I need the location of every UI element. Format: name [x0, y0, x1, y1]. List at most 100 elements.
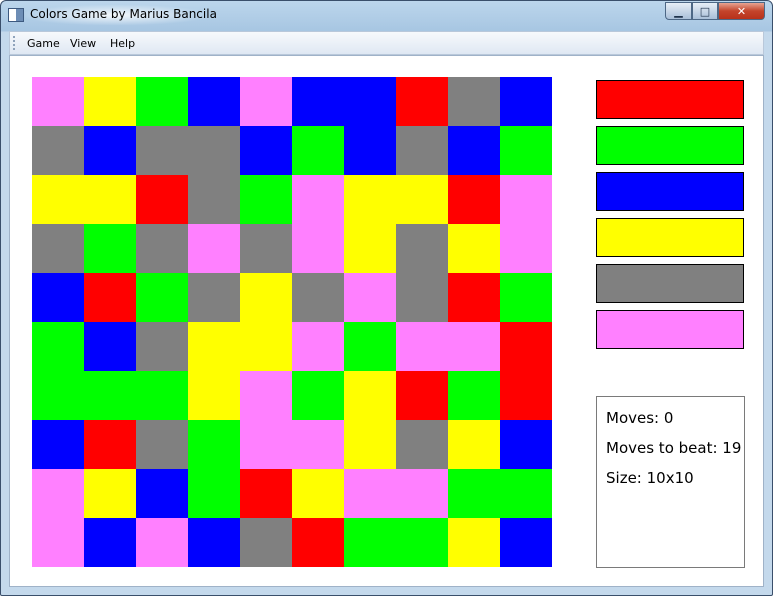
board-cell — [292, 126, 344, 175]
close-button[interactable]: ✕ — [718, 2, 765, 20]
board-cell — [136, 420, 188, 469]
minimize-button[interactable]: ▁ — [665, 2, 692, 20]
board-cell — [136, 224, 188, 273]
color-button-blue[interactable] — [596, 172, 744, 211]
board-cell — [240, 77, 292, 126]
board-cell — [448, 469, 500, 518]
board-cell — [344, 322, 396, 371]
board-cell — [32, 77, 84, 126]
board-cell — [292, 77, 344, 126]
board-cell — [292, 518, 344, 567]
board-cell — [136, 77, 188, 126]
board-cell — [448, 420, 500, 469]
board-cell — [448, 371, 500, 420]
board-cell — [32, 518, 84, 567]
board-cell — [500, 77, 552, 126]
board-cell — [396, 469, 448, 518]
board-cell — [84, 322, 136, 371]
board-cell — [448, 224, 500, 273]
board-cell — [136, 371, 188, 420]
board-cell — [84, 371, 136, 420]
board-cell — [448, 518, 500, 567]
moves-to-beat: Moves to beat: 19 — [606, 439, 742, 457]
board-cell — [84, 77, 136, 126]
board-cell — [396, 175, 448, 224]
game-area: Moves: 0 Moves to beat: 19 Size: 10x10 — [9, 55, 764, 587]
board-cell — [500, 469, 552, 518]
board-cell — [500, 224, 552, 273]
board-cell — [136, 469, 188, 518]
color-button-red[interactable] — [596, 80, 744, 119]
board-cell — [188, 126, 240, 175]
board-cell — [188, 322, 240, 371]
board-cell — [32, 322, 84, 371]
board-cell — [448, 77, 500, 126]
board-cell — [240, 420, 292, 469]
board-cell — [344, 224, 396, 273]
board-cell — [344, 420, 396, 469]
board-cell — [292, 175, 344, 224]
board-cell — [396, 77, 448, 126]
menu-bar: Game View Help — [9, 31, 764, 55]
board-cell — [396, 126, 448, 175]
board-cell — [448, 126, 500, 175]
board-cell — [396, 518, 448, 567]
board-cell — [500, 126, 552, 175]
app-icon[interactable] — [8, 8, 24, 22]
board-cell — [136, 322, 188, 371]
title-bar[interactable]: Colors Game by Marius Bancila ▁ □ ✕ — [1, 1, 772, 29]
board-cell — [344, 518, 396, 567]
menu-view[interactable]: View — [70, 37, 96, 50]
board-cell — [292, 273, 344, 322]
board-cell — [84, 175, 136, 224]
board-cell — [396, 371, 448, 420]
board-cell — [32, 371, 84, 420]
board-cell — [500, 371, 552, 420]
info-panel: Moves: 0 Moves to beat: 19 Size: 10x10 — [596, 396, 745, 568]
board-cell — [292, 322, 344, 371]
board-cell — [448, 175, 500, 224]
color-button-green[interactable] — [596, 126, 744, 165]
board-cell — [292, 420, 344, 469]
board-cell — [344, 126, 396, 175]
board-size: Size: 10x10 — [606, 469, 694, 487]
window-title: Colors Game by Marius Bancila — [30, 7, 217, 21]
board-cell — [292, 224, 344, 273]
board-cell — [240, 322, 292, 371]
color-button-pink[interactable] — [596, 310, 744, 349]
board-cell — [32, 224, 84, 273]
menu-grip-icon — [13, 36, 17, 50]
board-cell — [240, 469, 292, 518]
board-cell — [396, 224, 448, 273]
moves-count: Moves: 0 — [606, 409, 674, 427]
board-cell — [188, 224, 240, 273]
maximize-button[interactable]: □ — [692, 2, 718, 20]
board-cell — [32, 175, 84, 224]
board-cell — [136, 273, 188, 322]
board-cell — [500, 420, 552, 469]
board-cell — [396, 420, 448, 469]
board-cell — [344, 175, 396, 224]
board-cell — [240, 126, 292, 175]
board-cell — [500, 518, 552, 567]
board-cell — [240, 175, 292, 224]
board-cell — [188, 175, 240, 224]
board-cell — [240, 371, 292, 420]
board-cell — [500, 273, 552, 322]
color-button-gray[interactable] — [596, 264, 744, 303]
board-cell — [240, 273, 292, 322]
board-cell — [240, 518, 292, 567]
menu-game[interactable]: Game — [27, 37, 60, 50]
board-cell — [32, 273, 84, 322]
board-cell — [84, 420, 136, 469]
menu-help[interactable]: Help — [110, 37, 135, 50]
board-cell — [136, 126, 188, 175]
board-cell — [188, 469, 240, 518]
board-cell — [84, 469, 136, 518]
board-cell — [292, 371, 344, 420]
board-cell — [84, 126, 136, 175]
board-cell — [84, 273, 136, 322]
board-cell — [32, 126, 84, 175]
color-button-yellow[interactable] — [596, 218, 744, 257]
board-cell — [32, 469, 84, 518]
